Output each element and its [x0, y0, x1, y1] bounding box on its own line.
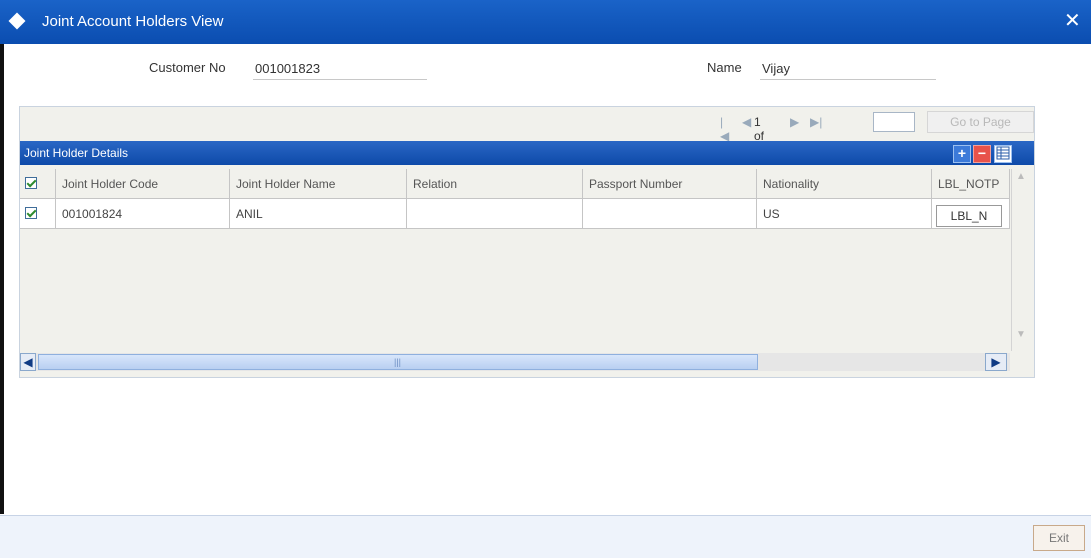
- name-field[interactable]: Vijay: [760, 60, 936, 80]
- next-page-icon[interactable]: ▶: [790, 115, 799, 129]
- first-page-icon[interactable]: |◀: [720, 115, 729, 143]
- nationality-cell[interactable]: US: [757, 199, 932, 229]
- column-header: Passport Number: [583, 169, 757, 199]
- grid-toolbar: Joint Holder Details + −: [20, 141, 1034, 165]
- last-page-icon[interactable]: ▶|: [810, 115, 822, 129]
- window-title: Joint Account Holders View: [42, 13, 224, 30]
- column-header: Joint Holder Code: [56, 169, 230, 199]
- single-view-button[interactable]: [994, 145, 1012, 163]
- horizontal-scrollbar[interactable]: ◀ ||| ▶: [20, 353, 1010, 371]
- select-all-cell[interactable]: [20, 169, 56, 199]
- grid-table: Joint Holder Code Joint Holder Name Rela…: [20, 169, 1034, 377]
- close-icon[interactable]: ✕: [1064, 8, 1081, 33]
- joint-holder-panel: |◀ ◀ 1 of 1 ▶ ▶| Go to Page Joint Holder…: [19, 106, 1035, 378]
- prev-page-icon[interactable]: ◀: [742, 115, 751, 129]
- exit-button[interactable]: Exit: [1033, 525, 1085, 551]
- lbl-notp-cell[interactable]: LBL_N: [932, 199, 1010, 229]
- joint-holder-code-cell[interactable]: 001001824: [56, 199, 230, 229]
- go-to-page-button[interactable]: Go to Page: [927, 111, 1034, 133]
- vertical-scrollbar[interactable]: ▲ ▼: [1011, 169, 1030, 351]
- title-bar: Joint Account Holders View ✕: [0, 0, 1091, 44]
- window-left-border: [0, 44, 4, 514]
- row-select-cell[interactable]: [20, 199, 56, 229]
- column-header: LBL_NOTP: [932, 169, 1010, 199]
- add-row-button[interactable]: +: [953, 145, 971, 163]
- horizontal-scroll-thumb[interactable]: |||: [38, 354, 758, 370]
- relation-cell[interactable]: [407, 199, 583, 229]
- delete-row-button[interactable]: −: [973, 145, 991, 163]
- page-number-input[interactable]: [873, 112, 915, 132]
- scroll-right-icon[interactable]: ▶: [985, 353, 1007, 371]
- scroll-grip-icon: |||: [394, 357, 402, 367]
- select-all-checkbox[interactable]: [25, 177, 37, 189]
- column-header: Nationality: [757, 169, 932, 199]
- customer-no-field[interactable]: 001001823: [253, 60, 427, 80]
- grid-title: Joint Holder Details: [24, 146, 129, 160]
- scroll-down-icon[interactable]: ▼: [1013, 329, 1029, 345]
- table-row: 001001824 ANIL US LBL_N: [20, 199, 1010, 229]
- row-checkbox[interactable]: [25, 207, 37, 219]
- joint-holder-name-cell[interactable]: ANIL: [230, 199, 407, 229]
- column-header: Relation: [407, 169, 583, 199]
- column-header: Joint Holder Name: [230, 169, 407, 199]
- diamond-icon: [8, 12, 26, 30]
- scroll-left-icon[interactable]: ◀: [20, 353, 36, 371]
- name-label: Name: [707, 60, 742, 75]
- scroll-up-icon[interactable]: ▲: [1013, 171, 1029, 187]
- table-header-row: Joint Holder Code Joint Holder Name Rela…: [20, 169, 1010, 199]
- footer-bar: Exit: [0, 515, 1091, 558]
- customer-no-label: Customer No: [149, 60, 226, 75]
- lbl-notp-input[interactable]: LBL_N: [936, 205, 1002, 227]
- joint-account-holders-window: Joint Account Holders View ✕ Customer No…: [0, 0, 1091, 558]
- passport-number-cell[interactable]: [583, 199, 757, 229]
- grid-view-icon: [996, 146, 1010, 160]
